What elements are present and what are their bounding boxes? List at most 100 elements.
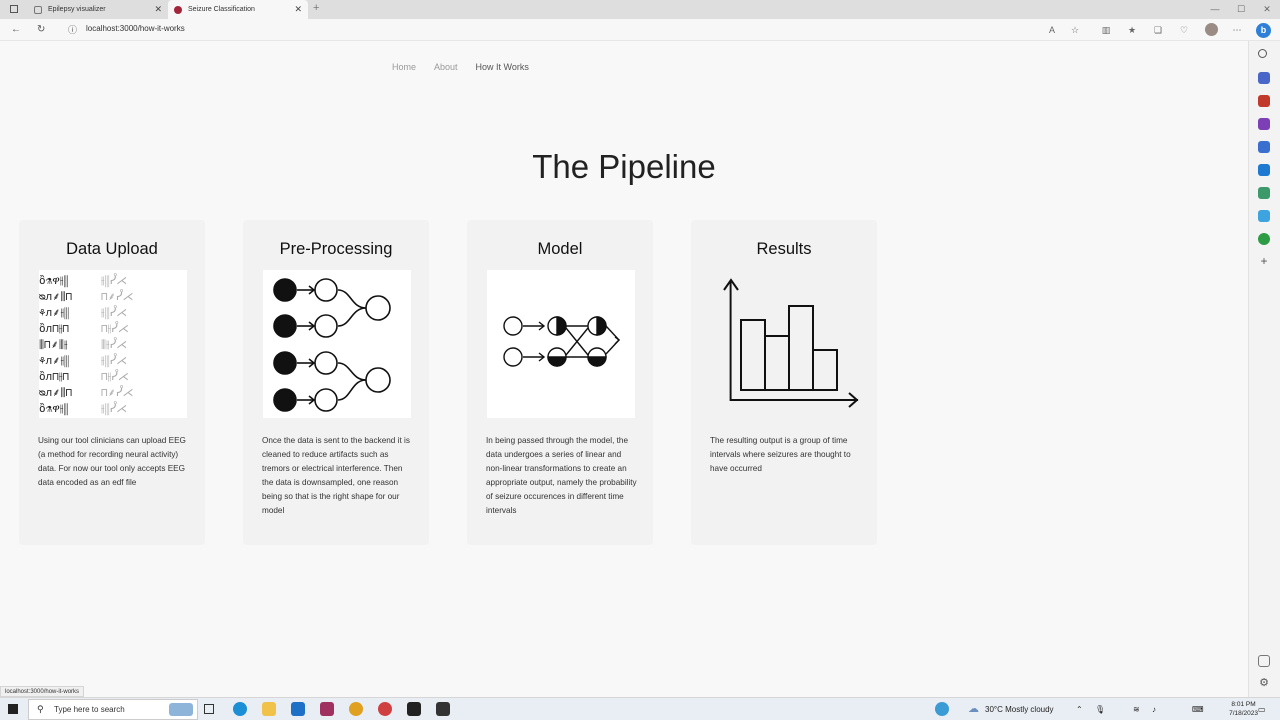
nav-about-link[interactable]: About bbox=[434, 62, 458, 72]
nav-home-link[interactable]: Home bbox=[392, 62, 416, 72]
search-icon[interactable] bbox=[1258, 49, 1267, 58]
chrome-icon[interactable] bbox=[349, 702, 363, 716]
notifications-icon[interactable]: ▭ bbox=[1258, 698, 1266, 720]
chrome-dev-icon[interactable] bbox=[378, 702, 392, 716]
tab-bar: Epilepsy visualizer ✕ Seizure Classifica… bbox=[0, 0, 1280, 19]
svg-text:ὂᴫ⊓⫲⊓: ὂᴫ⊓⫲⊓ bbox=[39, 370, 69, 383]
edge-taskbar-icon[interactable] bbox=[233, 702, 247, 716]
svg-text:ὂᴫ⊓⫲⊓: ὂᴫ⊓⫲⊓ bbox=[39, 322, 69, 335]
app-icon[interactable] bbox=[320, 702, 334, 716]
volume-icon[interactable]: ♪ bbox=[1152, 698, 1156, 720]
tray-overflow-icon[interactable]: ⌃ bbox=[1076, 698, 1083, 720]
tab-seizure-classification[interactable]: Seizure Classification ✕ bbox=[168, 0, 308, 19]
card-description: The resulting output is a group of time … bbox=[710, 436, 851, 473]
svg-text:⊓⫲ᓮ⋌: ⊓⫲ᓮ⋌ bbox=[101, 368, 129, 383]
svg-text:⫲⫼ᓮ⋌: ⫲⫼ᓮ⋌ bbox=[101, 272, 127, 287]
svg-text:⫲⫼ᓮ⋌: ⫲⫼ᓮ⋌ bbox=[101, 400, 127, 415]
terminal-icon[interactable] bbox=[407, 702, 421, 716]
preprocessing-icon bbox=[263, 270, 411, 418]
tree-icon[interactable] bbox=[1258, 233, 1270, 245]
svg-text:⊓⸙ᓮ⋌: ⊓⸙ᓮ⋌ bbox=[101, 288, 134, 303]
taskbar: ⚲ Type here to search ☁ 30°C Mostly clou… bbox=[0, 697, 1280, 720]
svg-text:ὂ⚗ዋ⫲⫼: ὂ⚗ዋ⫲⫼ bbox=[39, 402, 68, 415]
close-tab-icon[interactable]: ✕ bbox=[294, 0, 302, 19]
settings-gear-icon[interactable]: ⚙ bbox=[1258, 677, 1270, 689]
refresh-icon[interactable]: ↻ bbox=[37, 19, 45, 41]
keyboard-icon[interactable]: ⌨ bbox=[1192, 698, 1204, 720]
taskbar-clock[interactable]: 8:01 PM 7/18/2023 bbox=[1229, 700, 1258, 718]
tab-title: Epilepsy visualizer bbox=[48, 6, 106, 13]
svg-text:ᴓᴫ⸙⫼⊓: ᴓᴫ⸙⫼⊓ bbox=[39, 386, 72, 399]
weather-cloud-icon: ☁ bbox=[968, 703, 979, 715]
more-menu-icon[interactable]: ⋯ bbox=[1230, 23, 1244, 37]
card-title: Pre-Processing bbox=[279, 240, 393, 258]
svg-text:⊓⫲ᓮ⋌: ⊓⫲ᓮ⋌ bbox=[101, 320, 129, 335]
network-icon[interactable]: ≋ bbox=[1133, 698, 1140, 720]
search-icon: ⚲ bbox=[37, 704, 44, 714]
svg-text:⚘ᴫ⸙⫲⫼: ⚘ᴫ⸙⫲⫼ bbox=[39, 306, 69, 319]
bar-chart-diagram bbox=[723, 278, 859, 408]
maximize-icon[interactable]: ☐ bbox=[1228, 0, 1254, 19]
page-title: The Pipeline bbox=[532, 148, 716, 185]
edge-tray-icon[interactable] bbox=[935, 702, 949, 716]
favorite-star-icon[interactable]: ☆ bbox=[1068, 23, 1082, 37]
svg-text:⫼⫲ᓮ⋌: ⫼⫲ᓮ⋌ bbox=[101, 336, 127, 351]
games-icon[interactable] bbox=[1258, 118, 1270, 130]
svg-text:ὂ⚗ዋ⫲⫼: ὂ⚗ዋ⫲⫼ bbox=[39, 274, 68, 287]
close-tab-icon[interactable]: ✕ bbox=[154, 0, 162, 19]
status-url-tooltip: localhost:3000/how-it-works bbox=[0, 686, 85, 697]
tab-epilepsy-visualizer[interactable]: Epilepsy visualizer ✕ bbox=[26, 0, 168, 19]
mail-icon[interactable] bbox=[291, 702, 305, 716]
search-placeholder: Type here to search bbox=[54, 705, 125, 714]
eeg-data-icon: ὂ⚗ዋ⫲⫼ ⫲⫼ᓮ⋌ ᴓᴫ⸙⫼⊓ ⊓⸙ᓮ⋌ ⚘ᴫ⸙⫲⫼ ⫲⫼ᓮ⋌ ὂᴫ⊓⫲⊓ ⊓⫲ᓮ⋌ … bbox=[39, 270, 187, 418]
designer-icon[interactable] bbox=[1258, 187, 1270, 199]
new-tab-icon[interactable]: + bbox=[313, 2, 319, 14]
svg-text:ᴓᴫ⸙⫼⊓: ᴓᴫ⸙⫼⊓ bbox=[39, 290, 72, 303]
tab-title: Seizure Classification bbox=[188, 6, 255, 13]
page-icon bbox=[34, 5, 42, 14]
card-title: Data Upload bbox=[66, 240, 158, 258]
close-window-icon[interactable]: ✕ bbox=[1254, 0, 1280, 19]
top-nav: Home About How It Works bbox=[392, 62, 529, 72]
url-field[interactable]: localhost:3000/how-it-works bbox=[86, 24, 185, 33]
search-highlight-icon bbox=[169, 703, 193, 716]
card-title: Model bbox=[537, 240, 583, 258]
add-icon[interactable]: + bbox=[1258, 255, 1270, 267]
svg-text:⫼⊓⸙⫼⫲: ⫼⊓⸙⫼⫲ bbox=[39, 338, 68, 351]
window-controls: — ☐ ✕ bbox=[1202, 0, 1280, 19]
windows-start-icon[interactable] bbox=[8, 704, 18, 714]
info-icon[interactable]: ⓘ bbox=[68, 19, 77, 41]
extensions-icon[interactable]: ♡ bbox=[1177, 23, 1191, 37]
back-icon[interactable]: ← bbox=[11, 19, 21, 41]
tools-icon[interactable] bbox=[1258, 95, 1270, 107]
svg-text:⫲⫼ᓮ⋌: ⫲⫼ᓮ⋌ bbox=[101, 352, 127, 367]
nav-how-it-works-link[interactable]: How It Works bbox=[476, 62, 529, 72]
sidebar-layout-icon[interactable] bbox=[1258, 655, 1270, 667]
minimize-icon[interactable]: — bbox=[1202, 0, 1228, 19]
outlook-icon[interactable] bbox=[1258, 164, 1270, 176]
file-explorer-icon[interactable] bbox=[262, 702, 276, 716]
collections-icon[interactable]: ❏ bbox=[1151, 23, 1165, 37]
site-favicon-icon bbox=[174, 5, 182, 14]
microsoft-365-icon[interactable] bbox=[1258, 141, 1270, 153]
microphone-icon[interactable]: 🎙 bbox=[1095, 698, 1105, 720]
card-description: In being passed through the model, the d… bbox=[486, 436, 637, 515]
card-description: Once the data is sent to the backend it … bbox=[262, 436, 410, 515]
weather-text[interactable]: 30°C Mostly cloudy bbox=[985, 698, 1054, 720]
read-aloud-icon[interactable]: A bbox=[1045, 23, 1059, 37]
drop-icon[interactable] bbox=[1258, 210, 1270, 222]
split-screen-icon[interactable]: ▥ bbox=[1099, 23, 1113, 37]
card-description: Using our tool clinicians can upload EEG… bbox=[38, 436, 186, 487]
favorites-icon[interactable]: ★ bbox=[1125, 23, 1139, 37]
profile-avatar[interactable] bbox=[1205, 23, 1218, 36]
terminal-icon-2[interactable] bbox=[436, 702, 450, 716]
address-bar: ← ↻ ⓘ localhost:3000/how-it-works A ☆ ▥ … bbox=[0, 19, 1280, 41]
bing-chat-icon[interactable]: b bbox=[1256, 23, 1271, 38]
neural-network-icon bbox=[487, 270, 635, 418]
eeg-glyph-grid: ὂ⚗ዋ⫲⫼ ⫲⫼ᓮ⋌ ᴓᴫ⸙⫼⊓ ⊓⸙ᓮ⋌ ⚘ᴫ⸙⫲⫼ ⫲⫼ᓮ⋌ ὂᴫ⊓⫲⊓ ⊓⫲ᓮ⋌ … bbox=[39, 272, 134, 415]
shopping-icon[interactable] bbox=[1258, 72, 1270, 84]
taskbar-search-field[interactable]: ⚲ Type here to search bbox=[28, 699, 198, 720]
tab-actions-icon[interactable] bbox=[10, 5, 18, 13]
clock-date: 7/18/2023 bbox=[1229, 710, 1258, 717]
task-view-icon[interactable] bbox=[204, 704, 214, 714]
